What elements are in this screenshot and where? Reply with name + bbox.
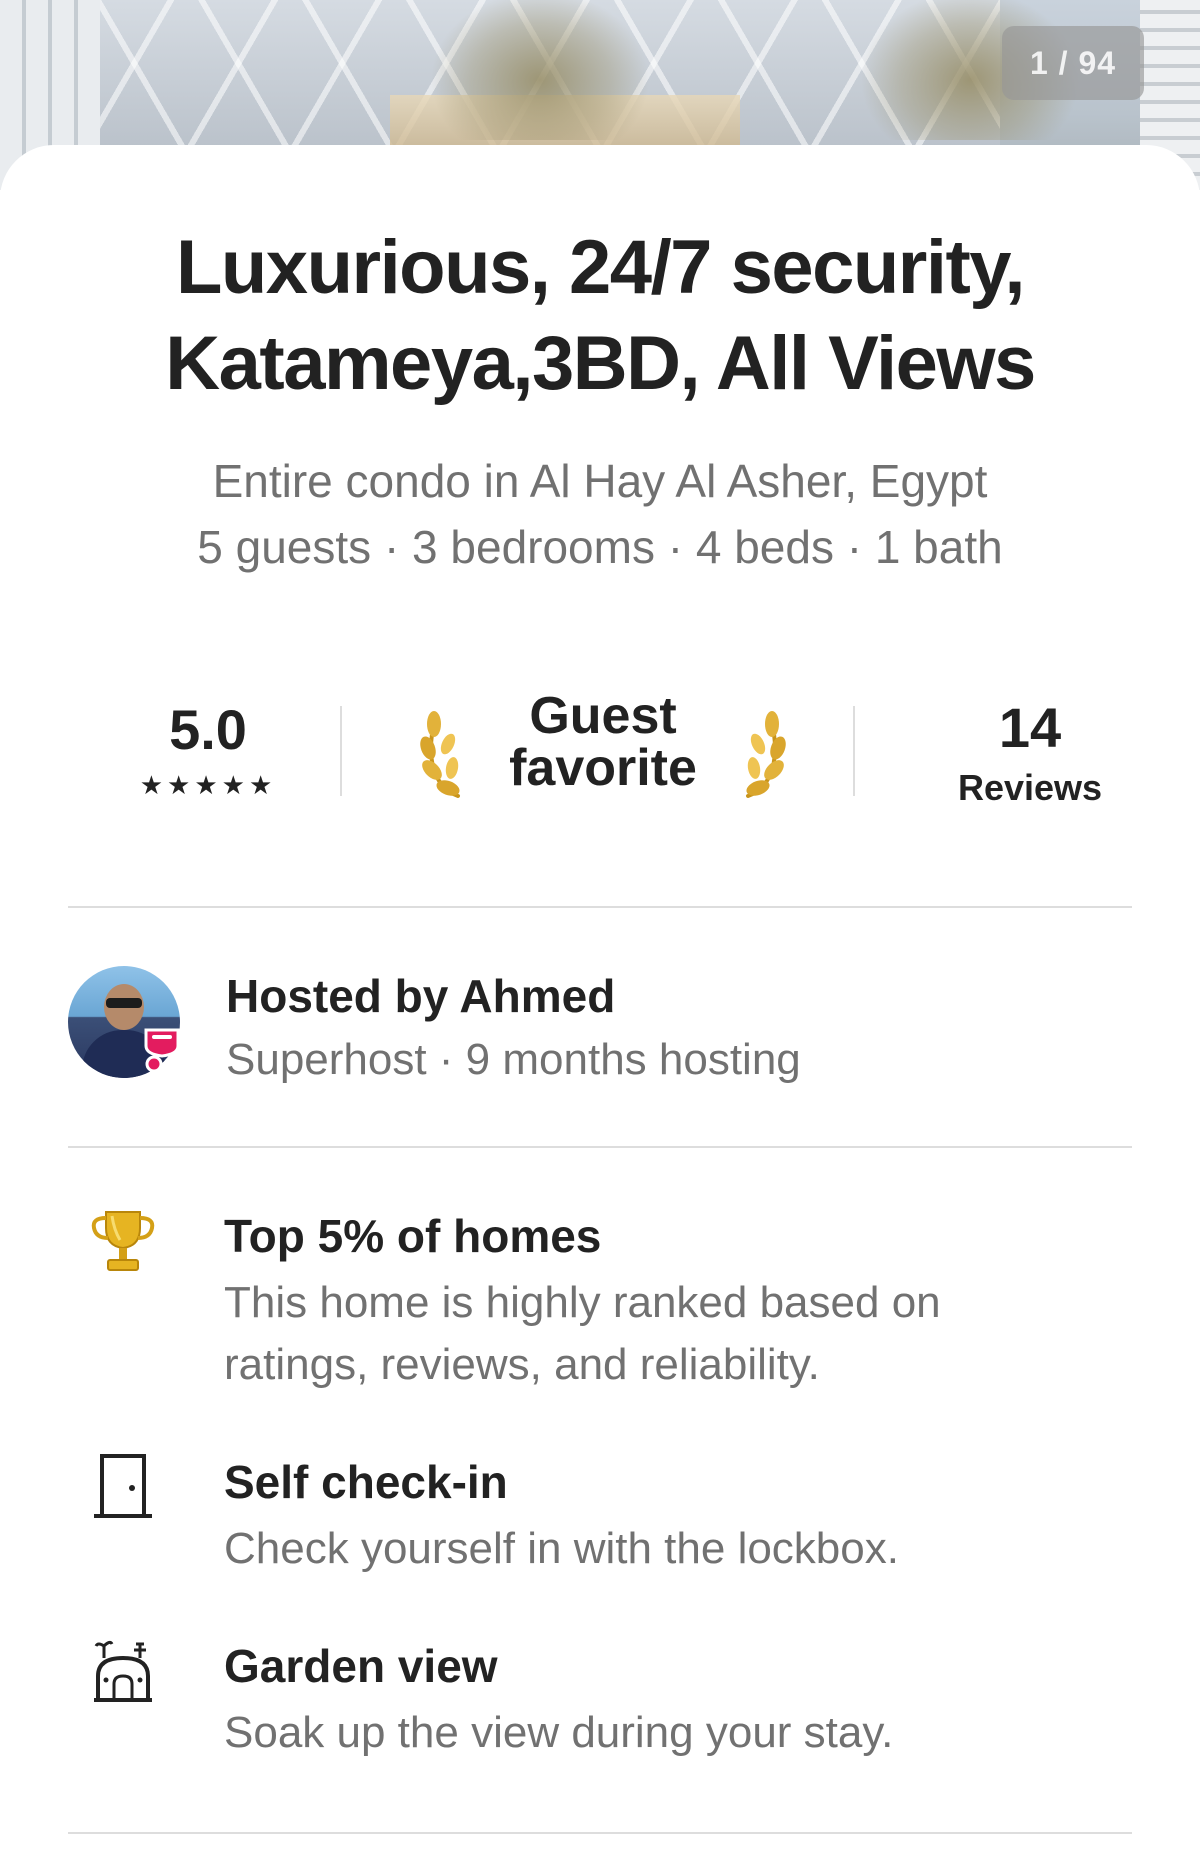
rating-value: 5.0 [169, 698, 247, 761]
laurel-left-icon [420, 711, 460, 798]
highlight-description-line: ratings, reviews, and reliability. [224, 1340, 820, 1389]
superhost-badge-icon [144, 1028, 180, 1072]
listing-title: Luxurious, 24/7 security, Katameya,3BD, … [60, 220, 1140, 412]
guest-favorite-badge: Guest favorite [418, 690, 788, 820]
highlight-title: Garden view [224, 1640, 498, 1692]
host-name[interactable]: Hosted by Ahmed [226, 966, 615, 1026]
highlight-description: This home is highly ranked based on rati… [224, 1272, 1124, 1396]
listing-title-line: Katameya,3BD, All Views [165, 321, 1036, 406]
highlight-title: Self check-in [224, 1456, 508, 1508]
highlight-description-line: Soak up the view during your stay. [224, 1708, 894, 1757]
photo-palm-tree [430, 0, 650, 140]
listing-location: Entire condo in Al Hay Al Asher, Egypt [212, 455, 988, 507]
section-divider [68, 1832, 1132, 1834]
guest-favorite-label: Guest favorite [478, 690, 728, 794]
reviews-count: 14 [998, 696, 1062, 759]
star-rating-icon: ★★★★★ [139, 770, 277, 800]
guest-favorite-line: favorite [509, 739, 697, 797]
door-icon [94, 1454, 152, 1518]
laurel-right-icon [746, 711, 786, 798]
guest-favorite-line: Guest [529, 687, 677, 745]
highlight-description: Check yourself in with the lockbox. [224, 1518, 1124, 1580]
avatar-glasses [106, 998, 142, 1008]
section-divider [68, 906, 1132, 908]
section-divider [68, 1146, 1132, 1148]
trophy-icon [91, 1211, 155, 1271]
rating-summary[interactable]: 5.0 ★★★★★ Guest favorite 14 Reviews [68, 690, 1132, 820]
highlight-description-line: Check yourself in with the lockbox. [224, 1524, 899, 1573]
reviews-label: Reviews [957, 767, 1103, 808]
garden-icon [94, 1640, 152, 1702]
highlight-description-line: This home is highly ranked based on [224, 1278, 941, 1327]
reviews-block[interactable]: 14 Reviews [928, 690, 1132, 810]
listing-title-line: Luxurious, 24/7 security, [175, 225, 1026, 310]
rating-block: 5.0 ★★★★★ [108, 690, 308, 800]
listing-subtitle: Entire condo in Al Hay Al Asher, Egypt 5… [60, 448, 1140, 580]
host-meta: Superhost · 9 months hosting [226, 1035, 801, 1084]
listing-details: 5 guests · 3 bedrooms · 4 beds · 1 bath [197, 521, 1003, 573]
photo-counter: 1 / 94 [1002, 26, 1144, 100]
highlight-title: Top 5% of homes [224, 1210, 602, 1262]
divider [340, 706, 342, 796]
divider [853, 706, 855, 796]
highlight-description: Soak up the view during your stay. [224, 1702, 1124, 1764]
